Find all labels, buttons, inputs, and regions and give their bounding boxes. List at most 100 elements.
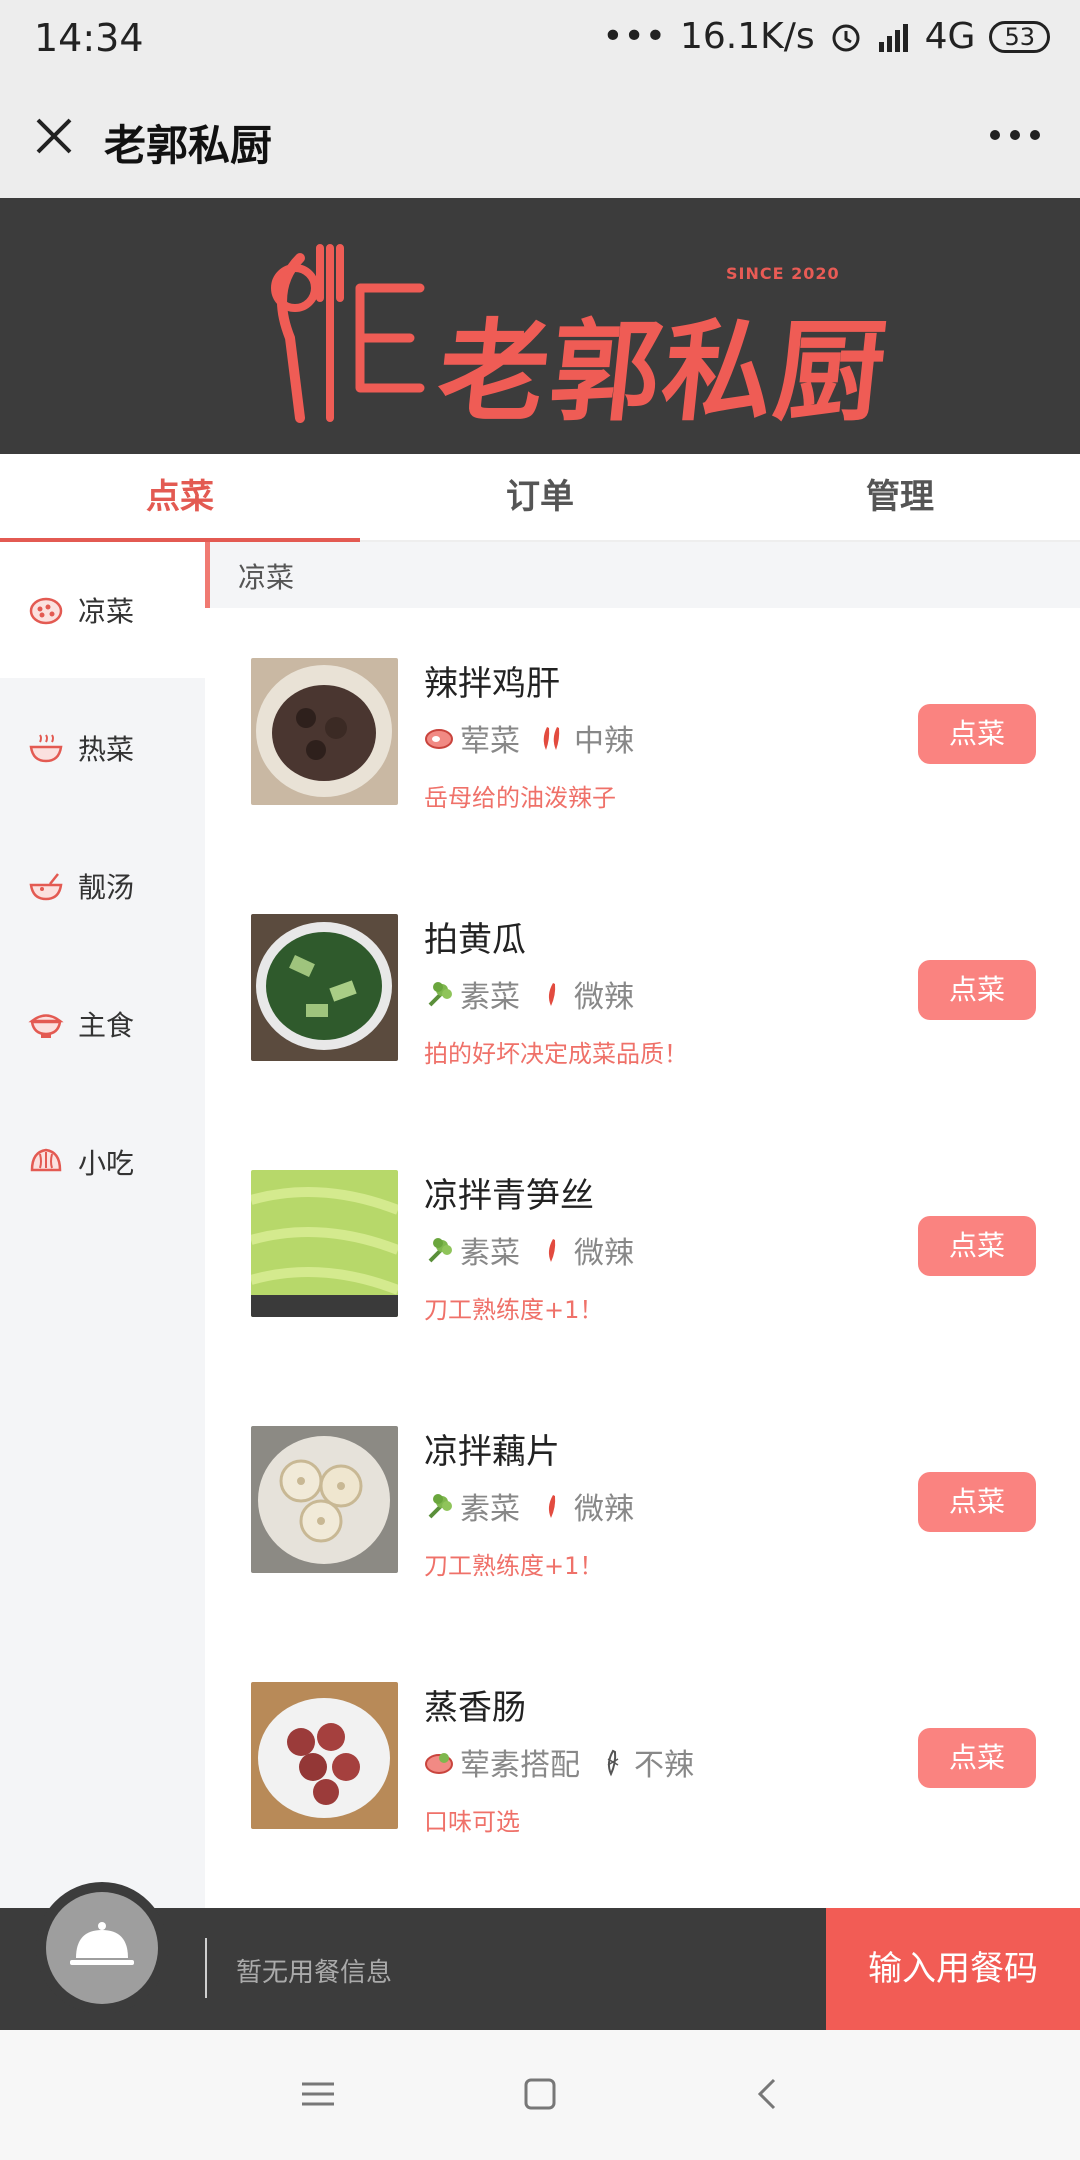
banner-since: SINCE 2020 xyxy=(726,264,840,283)
dish-description: 岳母给的油泼辣子 xyxy=(424,784,616,812)
sidebar-item-soup[interactable]: 靓汤 xyxy=(0,818,205,954)
dish-image xyxy=(251,914,398,1061)
order-button[interactable]: 点菜 xyxy=(918,704,1036,764)
dining-info: 暂无用餐信息 xyxy=(236,1958,393,1988)
order-button[interactable]: 点菜 xyxy=(918,1728,1036,1788)
list-item: 蒸香肠 荤素搭配 不辣 口味可选 点菜 xyxy=(205,1632,1080,1888)
order-button[interactable]: 点菜 xyxy=(918,960,1036,1020)
tab-bar: 点菜 订单 管理 xyxy=(0,454,1080,542)
battery-level: 53 xyxy=(1004,22,1035,51)
dish-type: 素菜 xyxy=(460,1236,520,1271)
banner: SINCE 2020 老郭私厨 xyxy=(0,198,1080,454)
snack-icon xyxy=(30,1148,62,1172)
hot-dish-icon xyxy=(29,734,63,763)
network-speed: 16.1K/s xyxy=(679,16,815,57)
dish-type: 素菜 xyxy=(460,1492,520,1527)
meat-icon xyxy=(425,729,453,749)
chili-icon xyxy=(548,1495,556,1518)
chili-icon xyxy=(548,983,556,1006)
no-chili-icon xyxy=(607,1749,619,1777)
list-item: 凉拌藕片 素菜 微辣 刀工熟练度+1！ 点菜 xyxy=(205,1376,1080,1632)
sidebar-item-label: 凉菜 xyxy=(78,595,135,628)
banner-brand: 老郭私厨 xyxy=(432,307,894,436)
sidebar-item-cold[interactable]: 凉菜 xyxy=(0,542,205,678)
category-sidebar: 凉菜 热菜 靓汤 主食 小吃 xyxy=(0,542,205,1908)
soup-icon xyxy=(29,873,63,901)
dish-name: 拍黄瓜 xyxy=(424,920,526,960)
sidebar-item-label: 热菜 xyxy=(78,733,135,766)
dish-tags: 素菜 微辣 xyxy=(424,972,634,1016)
list-item: 辣拌鸡肝 荤菜 中辣 岳母给的油泼辣子 点菜 xyxy=(205,608,1080,864)
dish-description: 拍的好坏决定成菜品质！ xyxy=(424,1040,688,1068)
list-item: 拍黄瓜 素菜 微辣 拍的好坏决定成菜品质！ 点菜 xyxy=(205,864,1080,1120)
more-icon[interactable] xyxy=(990,130,1040,140)
vegetable-icon xyxy=(428,1494,452,1519)
dish-image xyxy=(251,1170,398,1317)
system-nav-bar xyxy=(0,2030,1080,2160)
chili-icon xyxy=(548,1239,556,1262)
sidebar-item-staple[interactable]: 主食 xyxy=(0,956,205,1092)
dish-name: 凉拌青笋丝 xyxy=(424,1176,594,1216)
page-title: 老郭私厨 xyxy=(104,121,273,170)
double-chili-icon xyxy=(543,727,560,750)
sidebar-item-label: 靓汤 xyxy=(78,871,135,904)
section-header: 凉菜 xyxy=(205,542,1080,608)
signal-icon xyxy=(878,23,908,52)
title-bar: 老郭私厨 xyxy=(0,80,1080,198)
cart-button[interactable] xyxy=(36,1882,168,2014)
status-bar: 14:34 ••• 16.1K/s 4G 53 xyxy=(0,0,1080,80)
dish-list[interactable]: 凉菜 辣拌鸡肝 荤菜 中辣 岳母给的油泼辣子 点菜 拍黄瓜 素菜 微辣 拍的好坏… xyxy=(205,542,1080,1908)
cloche-icon xyxy=(46,1892,158,2004)
dish-spice: 中辣 xyxy=(574,724,634,759)
network-speed-icon: ••• xyxy=(602,16,666,57)
status-indicators: ••• 16.1K/s 4G 53 xyxy=(602,16,1050,57)
back-icon[interactable] xyxy=(748,2074,788,2114)
signal-type: 4G xyxy=(924,16,976,57)
divider xyxy=(205,1938,207,1998)
dish-description: 刀工熟练度+1！ xyxy=(424,1552,604,1580)
vegetable-icon xyxy=(428,982,452,1007)
list-item: 凉拌青笋丝 素菜 微辣 刀工熟练度+1！ 点菜 xyxy=(205,1120,1080,1376)
tab-order-dishes[interactable]: 点菜 xyxy=(0,454,360,542)
close-icon[interactable] xyxy=(34,116,74,156)
order-button[interactable]: 点菜 xyxy=(918,1472,1036,1532)
cold-dish-icon xyxy=(29,597,63,625)
tab-manage[interactable]: 管理 xyxy=(720,454,1080,540)
dish-name: 凉拌藕片 xyxy=(424,1432,560,1472)
dish-name: 辣拌鸡肝 xyxy=(424,664,560,704)
sidebar-item-snack[interactable]: 小吃 xyxy=(0,1094,205,1230)
dish-tags: 素菜 微辣 xyxy=(424,1484,634,1528)
mixed-icon xyxy=(425,1753,453,1774)
alarm-icon xyxy=(832,24,860,51)
dish-name: 蒸香肠 xyxy=(424,1688,526,1728)
home-icon[interactable] xyxy=(520,2074,560,2114)
menu-icon[interactable] xyxy=(298,2074,338,2114)
sidebar-item-label: 小吃 xyxy=(78,1147,135,1180)
dish-spice: 微辣 xyxy=(574,1492,634,1527)
dish-description: 刀工熟练度+1！ xyxy=(424,1296,604,1324)
dish-tags: 荤素搭配 不辣 xyxy=(424,1740,694,1784)
staple-icon xyxy=(28,1014,64,1038)
enter-dining-code-button[interactable]: 输入用餐码 xyxy=(826,1908,1080,2030)
dish-type: 荤素搭配 xyxy=(460,1748,580,1783)
vegetable-icon xyxy=(428,1238,452,1263)
dish-type: 荤菜 xyxy=(460,724,520,759)
dish-type: 素菜 xyxy=(460,980,520,1015)
sidebar-item-label: 主食 xyxy=(78,1009,135,1042)
bottom-bar: 暂无用餐信息 输入用餐码 xyxy=(0,1882,1080,2030)
dish-image xyxy=(251,1682,398,1829)
status-time: 14:34 xyxy=(34,16,144,60)
dish-image xyxy=(251,658,398,805)
dish-image xyxy=(251,1426,398,1573)
tab-orders[interactable]: 订单 xyxy=(360,454,720,540)
section-title: 凉菜 xyxy=(238,561,295,594)
order-button[interactable]: 点菜 xyxy=(918,1216,1036,1276)
dish-description: 口味可选 xyxy=(424,1808,520,1836)
dish-tags: 素菜 微辣 xyxy=(424,1228,634,1272)
dish-tags: 荤菜 中辣 xyxy=(424,716,634,760)
dish-spice: 微辣 xyxy=(574,1236,634,1271)
dish-spice: 不辣 xyxy=(634,1748,694,1783)
battery-icon: 53 xyxy=(989,20,1050,53)
sidebar-item-hot[interactable]: 热菜 xyxy=(0,680,205,816)
logo-utensils-icon xyxy=(271,244,425,423)
